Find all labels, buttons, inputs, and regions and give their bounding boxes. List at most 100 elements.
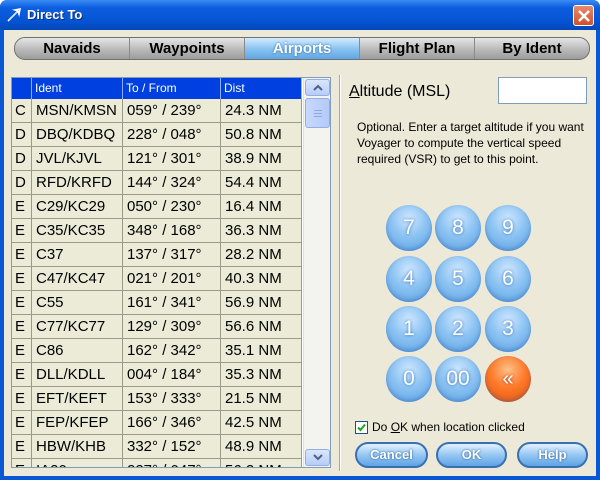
- direct-to-arrow-icon: [7, 7, 22, 22]
- close-button[interactable]: [573, 5, 594, 26]
- tab-airports[interactable]: Airports: [245, 38, 360, 59]
- airport-list[interactable]: Ident To / From Dist C MSN/KMSN 059° / 239…: [11, 77, 331, 468]
- scroll-down-button[interactable]: [305, 449, 330, 466]
- row-dist-cell: 54.4 NM: [221, 171, 302, 195]
- row-bearing-cell: 050° / 230°: [123, 195, 221, 219]
- table-row[interactable]: D DBQ/KDBQ 228° / 048° 50.8 NM: [12, 123, 302, 147]
- row-dist-cell: 35.3 NM: [221, 363, 302, 387]
- table-row[interactable]: D RFD/KRFD 144° / 324° 54.4 NM: [12, 171, 302, 195]
- altitude-help-text: Optional. Enter a target altitude if you…: [357, 120, 584, 166]
- thumb-grip-line: [314, 113, 322, 114]
- key-9[interactable]: 9: [485, 205, 531, 251]
- row-bearing-cell: 161° / 341°: [123, 291, 221, 315]
- backspace-key[interactable]: «: [485, 356, 531, 402]
- dialog-body: Navaids Waypoints Airports Flight Plan B…: [4, 30, 596, 476]
- row-ident-cell: C86: [32, 339, 123, 363]
- window-title: Direct To: [27, 7, 83, 22]
- row-dist-cell: 50.8 NM: [221, 123, 302, 147]
- key-7[interactable]: 7: [386, 205, 432, 251]
- row-ident-cell: JVL/KJVL: [32, 147, 123, 171]
- key-6[interactable]: 6: [485, 256, 531, 302]
- row-class-cell: E: [12, 435, 32, 459]
- row-ident-cell: C29/KC29: [32, 195, 123, 219]
- panel-divider: [339, 75, 341, 471]
- scroll-thumb[interactable]: [305, 98, 330, 128]
- table-row[interactable]: E EFT/KEFT 153° / 333° 21.5 NM: [12, 387, 302, 411]
- table-row[interactable]: E C37 137° / 317° 28.2 NM: [12, 243, 302, 267]
- row-dist-cell: 42.5 NM: [221, 411, 302, 435]
- table-row[interactable]: D JVL/KJVL 121° / 301° 38.9 NM: [12, 147, 302, 171]
- row-bearing-cell: 162° / 342°: [123, 339, 221, 363]
- vertical-scrollbar[interactable]: [303, 78, 330, 467]
- row-ident-cell: C77/KC77: [32, 315, 123, 339]
- row-bearing-cell: 144° / 324°: [123, 171, 221, 195]
- table-row[interactable]: E C86 162° / 342° 35.1 NM: [12, 339, 302, 363]
- row-bearing-cell: 348° / 168°: [123, 219, 221, 243]
- ok-on-click-label[interactable]: Do OK when location clicked: [372, 420, 525, 434]
- tab-waypoints[interactable]: Waypoints: [130, 38, 245, 59]
- table-row[interactable]: E C47/KC47 021° / 201° 40.3 NM: [12, 267, 302, 291]
- row-ident-cell: DBQ/KDBQ: [32, 123, 123, 147]
- list-header: Ident To / From Dist: [12, 78, 302, 99]
- row-dist-cell: 36.3 NM: [221, 219, 302, 243]
- header-to-from[interactable]: To / From: [123, 78, 221, 99]
- row-bearing-cell: 021° / 201°: [123, 267, 221, 291]
- cancel-button[interactable]: Cancel: [355, 442, 428, 468]
- key-4[interactable]: 4: [386, 256, 432, 302]
- header-class[interactable]: [12, 78, 32, 99]
- header-dist[interactable]: Dist: [221, 78, 302, 99]
- table-row[interactable]: E C29/KC29 050° / 230° 16.4 NM: [12, 195, 302, 219]
- row-bearing-cell: 166° / 346°: [123, 411, 221, 435]
- row-bearing-cell: 004° / 184°: [123, 363, 221, 387]
- help-button[interactable]: Help: [517, 442, 588, 468]
- title-bar: Direct To: [0, 0, 600, 30]
- row-ident-cell: IA20: [32, 459, 123, 467]
- table-row[interactable]: C MSN/KMSN 059° / 239° 24.3 NM: [12, 99, 302, 123]
- table-row[interactable]: E C55 161° / 341° 56.9 NM: [12, 291, 302, 315]
- chevron-up-icon: [313, 84, 323, 91]
- row-class-cell: E: [12, 291, 32, 315]
- key-3[interactable]: 3: [485, 306, 531, 352]
- tab-flight-plan[interactable]: Flight Plan: [360, 38, 475, 59]
- tab-navaids[interactable]: Navaids: [15, 38, 130, 59]
- altitude-label: Altitude (MSL): [349, 83, 450, 101]
- thumb-grip-line: [314, 110, 322, 111]
- header-ident[interactable]: Ident: [32, 78, 123, 99]
- row-dist-cell: 56.9 NM: [221, 291, 302, 315]
- key-8[interactable]: 8: [435, 205, 481, 251]
- table-row[interactable]: E C77/KC77 129° / 309° 56.6 NM: [12, 315, 302, 339]
- row-class-cell: D: [12, 171, 32, 195]
- row-bearing-cell: 227° / 047°: [123, 459, 221, 467]
- key-0[interactable]: 0: [386, 356, 432, 402]
- row-ident-cell: HBW/KHB: [32, 435, 123, 459]
- table-row[interactable]: E DLL/KDLL 004° / 184° 35.3 NM: [12, 363, 302, 387]
- row-dist-cell: 21.5 NM: [221, 387, 302, 411]
- table-row[interactable]: E HBW/KHB 332° / 152° 48.9 NM: [12, 435, 302, 459]
- key-2[interactable]: 2: [435, 306, 481, 352]
- scroll-up-button[interactable]: [305, 79, 330, 96]
- row-class-cell: E: [12, 363, 32, 387]
- ok-button[interactable]: OK: [436, 442, 507, 468]
- row-dist-cell: 28.2 NM: [221, 243, 302, 267]
- ok-on-click-checkbox[interactable]: [355, 421, 368, 434]
- row-ident-cell: DLL/KDLL: [32, 363, 123, 387]
- row-dist-cell: 16.4 NM: [221, 195, 302, 219]
- key-00[interactable]: 00: [435, 356, 481, 402]
- altitude-input[interactable]: [498, 77, 587, 104]
- ok-on-click-label-post: K when location clicked: [400, 420, 525, 434]
- key-5[interactable]: 5: [435, 256, 481, 302]
- key-1[interactable]: 1: [386, 306, 432, 352]
- table-row[interactable]: E C35/KC35 348° / 168° 36.3 NM: [12, 219, 302, 243]
- row-class-cell: E: [12, 387, 32, 411]
- row-ident-cell: C55: [32, 291, 123, 315]
- row-dist-cell: 35.1 NM: [221, 339, 302, 363]
- ok-on-click-label-accel: O: [390, 420, 401, 434]
- row-class-cell: E: [12, 267, 32, 291]
- row-dist-cell: 48.9 NM: [221, 435, 302, 459]
- table-row[interactable]: E FEP/KFEP 166° / 346° 42.5 NM: [12, 411, 302, 435]
- direct-to-window: Direct To Navaids Waypoints Airports Fli…: [0, 0, 600, 480]
- table-row[interactable]: EIA20227° / 047°56.2 NM: [12, 459, 302, 467]
- altitude-label-accel: A: [349, 83, 360, 100]
- tab-by-ident[interactable]: By Ident: [475, 38, 589, 59]
- row-ident-cell: C47/KC47: [32, 267, 123, 291]
